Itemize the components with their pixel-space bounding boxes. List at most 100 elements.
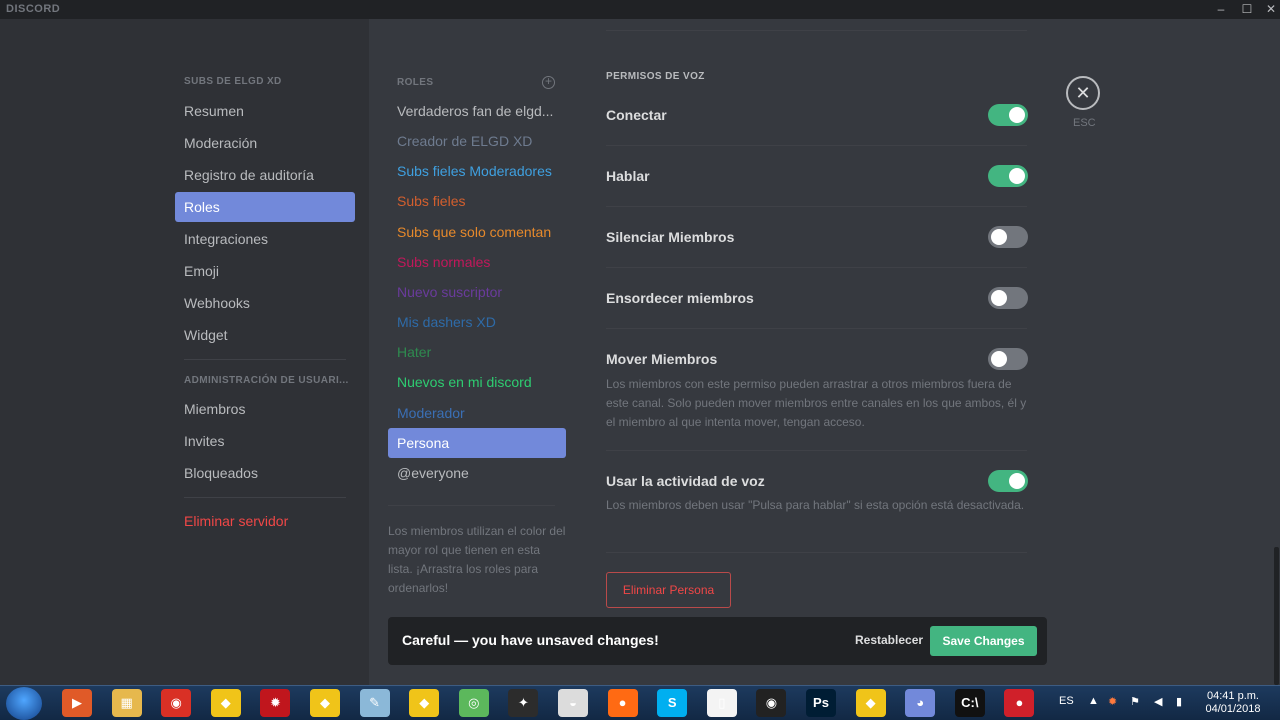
tray-flag-icon[interactable]: ⚑ xyxy=(1130,695,1140,708)
role-item[interactable]: Mis dashers XD xyxy=(388,307,566,337)
roles-header: ROLES xyxy=(397,77,434,88)
role-item[interactable]: Subs fieles Moderadores xyxy=(388,156,566,186)
role-item[interactable]: Subs normales xyxy=(388,247,566,277)
geometry-dash-icon[interactable]: ◆ xyxy=(210,689,241,717)
permission-label: Mover Miembros xyxy=(606,351,718,367)
recorder-icon[interactable]: ◉ xyxy=(756,689,787,717)
role-item[interactable]: Verdaderos fan de elgd... xyxy=(388,96,566,126)
role-item[interactable]: Persona xyxy=(388,427,566,458)
permission-label: Silenciar Miembros xyxy=(606,229,735,245)
title-bar: DISCORD – ☐ ✕ xyxy=(0,0,1280,19)
toggle-knob xyxy=(1009,107,1025,123)
permission-toggle-conectar[interactable] xyxy=(988,104,1028,126)
discord-icon[interactable]: ◕ xyxy=(905,689,936,717)
file-explorer-icon[interactable]: ▦ xyxy=(111,689,142,717)
sidebar-item-emoji[interactable]: Emoji xyxy=(175,256,355,286)
language-indicator[interactable]: ES xyxy=(1059,695,1074,707)
settings-sidebar: SUBS DE ELGD XD Resumen Moderación Regis… xyxy=(0,19,369,685)
unsaved-changes-message: Careful — you have unsaved changes! xyxy=(402,632,659,648)
close-window-button[interactable]: ✕ xyxy=(1258,0,1280,19)
sidebar-item-resumen[interactable]: Resumen xyxy=(175,96,355,126)
role-item[interactable]: @everyone xyxy=(388,458,566,488)
media-app-icon[interactable]: ◎ xyxy=(458,689,489,717)
volume-icon[interactable]: ◀ xyxy=(1154,695,1162,708)
taskbar-clock[interactable]: 04:41 p.m. 04/01/2018 xyxy=(1200,690,1266,716)
delete-role-button[interactable]: Eliminar Persona xyxy=(606,572,731,608)
toggle-knob xyxy=(991,229,1007,245)
roles-settings-content: ROLES + Verdaderos fan de elgd... Creador… xyxy=(369,19,1280,685)
permission-label: Conectar xyxy=(606,107,667,123)
chrome-icon[interactable]: ◉ xyxy=(161,689,192,717)
geometry-dash-icon[interactable]: ◆ xyxy=(409,689,440,717)
network-icon[interactable]: ▮ xyxy=(1176,695,1182,708)
clock-time: 04:41 p.m. xyxy=(1207,690,1259,702)
permission-divider xyxy=(606,552,1027,553)
roles-help-text: Los miembros utilizan el color del mayor… xyxy=(388,524,566,595)
role-item[interactable]: Moderador xyxy=(388,398,566,428)
section-divider xyxy=(606,30,1027,31)
permission-toggle-ensordecer[interactable] xyxy=(988,287,1028,309)
document-icon[interactable]: ▯ xyxy=(706,689,737,717)
sidebar-item-audit-log[interactable]: Registro de auditoría xyxy=(175,160,355,190)
record-app-icon[interactable]: ● xyxy=(1004,689,1035,717)
scrollbar[interactable] xyxy=(1274,547,1279,685)
editor-app-icon[interactable]: ✦ xyxy=(508,689,539,717)
notepad-icon[interactable]: ✎ xyxy=(359,689,390,717)
toggle-knob xyxy=(1009,168,1025,184)
sidebar-item-integraciones[interactable]: Integraciones xyxy=(175,224,355,254)
close-settings-button[interactable]: ✕ xyxy=(1066,76,1100,110)
delete-server-button[interactable]: Eliminar servidor xyxy=(175,506,355,536)
sidebar-item-widget[interactable]: Widget xyxy=(175,320,355,350)
permission-label: Ensordecer miembros xyxy=(606,290,754,306)
photoshop-icon[interactable]: Ps xyxy=(806,689,836,717)
game-app-icon[interactable]: ✹ xyxy=(260,689,291,717)
voice-permissions-header: PERMISOS DE VOZ xyxy=(606,71,705,82)
toggle-knob xyxy=(1009,473,1025,489)
permission-divider xyxy=(606,450,1027,451)
discord-logo: DISCORD xyxy=(6,3,61,15)
sidebar-item-invites[interactable]: Invites xyxy=(175,426,355,456)
role-item[interactable]: Nuevo suscriptor xyxy=(388,277,566,307)
permission-toggle-mover[interactable] xyxy=(988,348,1028,370)
save-changes-button[interactable]: Save Changes xyxy=(930,626,1037,656)
toggle-knob xyxy=(991,290,1007,306)
roles-divider xyxy=(388,505,555,506)
hat-app-icon[interactable]: ◒ xyxy=(558,689,588,717)
minimize-button[interactable]: – xyxy=(1208,0,1234,19)
sidebar-item-webhooks[interactable]: Webhooks xyxy=(175,288,355,318)
permission-divider xyxy=(606,145,1027,146)
role-item[interactable]: Subs fieles xyxy=(388,186,566,216)
add-role-icon[interactable]: + xyxy=(542,75,555,89)
sidebar-item-miembros[interactable]: Miembros xyxy=(175,394,355,424)
permission-label: Usar la actividad de voz xyxy=(606,473,765,489)
discord-app-window: DISCORD – ☐ ✕ SUBS DE ELGD XD Resumen Mo… xyxy=(0,0,1280,720)
permission-toggle-silenciar[interactable] xyxy=(988,226,1028,248)
role-item[interactable]: Subs que solo comentan xyxy=(388,217,566,247)
toggle-knob xyxy=(991,351,1007,367)
maximize-button[interactable]: ☐ xyxy=(1234,0,1260,19)
unsaved-changes-bar: Careful — you have unsaved changes! Rest… xyxy=(388,617,1047,665)
permission-toggle-hablar[interactable] xyxy=(988,165,1028,187)
sidebar-item-moderacion[interactable]: Moderación xyxy=(175,128,355,158)
firefox-icon[interactable]: ● xyxy=(607,689,638,717)
sidebar-item-bloqueados[interactable]: Bloqueados xyxy=(175,458,355,488)
start-button[interactable] xyxy=(6,687,42,720)
permission-label: Hablar xyxy=(606,168,650,184)
geometry-dash-icon[interactable]: ◆ xyxy=(310,689,340,717)
reset-button[interactable]: Restablecer xyxy=(855,633,923,647)
permission-toggle-actividad-voz[interactable] xyxy=(988,470,1028,492)
role-item[interactable]: Nuevos en mi discord xyxy=(388,367,566,397)
command-prompt-icon[interactable]: C:\ xyxy=(954,689,985,717)
clock-date: 04/01/2018 xyxy=(1205,703,1261,715)
user-admin-header: ADMINISTRACIÓN DE USUARI... xyxy=(184,375,349,386)
geometry-dash-icon[interactable]: ◆ xyxy=(855,689,886,717)
role-item[interactable]: Creador de ELGD XD xyxy=(388,126,566,156)
role-item[interactable]: Hater xyxy=(388,337,566,367)
skype-icon[interactable]: S xyxy=(657,689,688,717)
tray-expand-icon[interactable]: ▲ xyxy=(1088,695,1099,707)
windows-taskbar: ▶ ▦ ◉ ◆ ✹ ◆ ✎ ◆ ◎ ✦ ◒ ● S ▯ ◉ Ps ◆ ◕ C:\ ● ES ▲ ✹ ⚑ ◀ ▮ 04:… xyxy=(0,685,1280,720)
sidebar-item-roles[interactable]: Roles xyxy=(175,192,355,222)
server-settings-header: SUBS DE ELGD XD xyxy=(184,76,282,87)
tray-app-icon[interactable]: ✹ xyxy=(1108,695,1117,708)
video-player-icon[interactable]: ▶ xyxy=(62,689,92,717)
